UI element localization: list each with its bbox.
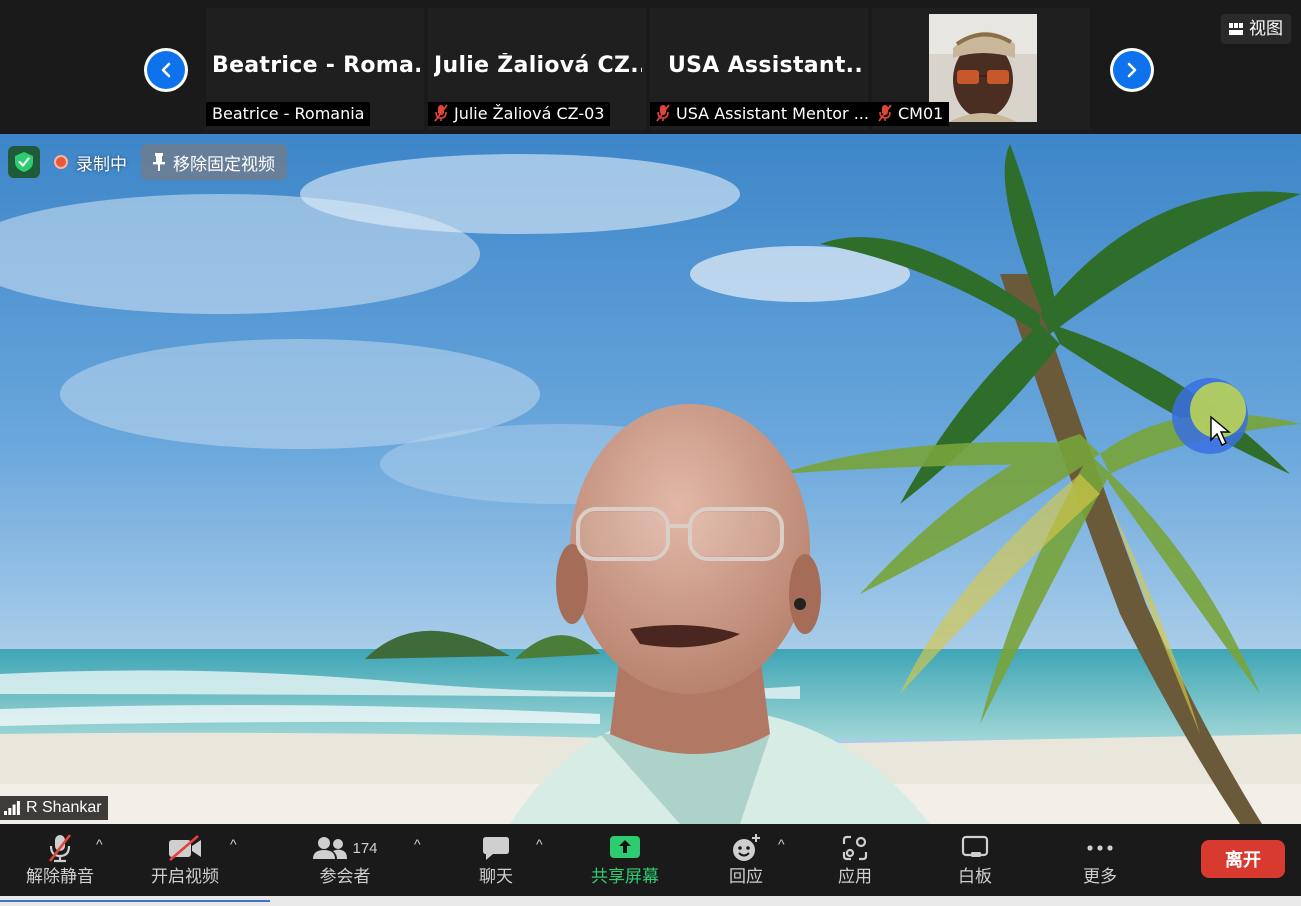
- mic-muted-icon: [656, 104, 670, 122]
- mic-muted-icon: [878, 104, 892, 122]
- speaker-name-tag: R Shankar: [0, 796, 108, 820]
- participant-name-label: Julie Žaliová CZ-03: [428, 102, 611, 126]
- more-button[interactable]: 更多: [1050, 830, 1150, 892]
- unmute-button[interactable]: 解除静音: [10, 830, 110, 892]
- participant-display-name: Beatrice - Roma...: [212, 53, 420, 78]
- mic-muted-icon: [434, 104, 448, 122]
- pin-icon: [153, 153, 165, 171]
- apps-icon: [842, 835, 868, 861]
- reaction-smiley-icon: [733, 834, 760, 861]
- speaker-name: R Shankar: [26, 799, 102, 816]
- apps-label: 应用: [838, 867, 872, 886]
- participant-tile-julie[interactable]: Julie Žaliová CZ... Julie Žaliová CZ-03: [428, 8, 646, 130]
- chevron-left-icon: [161, 62, 171, 78]
- audio-options-chevron-icon[interactable]: ^: [96, 836, 103, 852]
- recording-dot-icon: [54, 155, 68, 169]
- video-off-icon: [169, 835, 201, 861]
- chat-label: 聊天: [479, 867, 513, 886]
- video-options-chevron-icon[interactable]: ^: [230, 836, 237, 852]
- participants-count: 174: [352, 839, 378, 857]
- share-screen-icon: [610, 836, 640, 858]
- chevron-right-icon: [1127, 62, 1137, 78]
- leave-meeting-button[interactable]: 离开: [1201, 840, 1285, 878]
- participant-tile-usa-assistant[interactable]: USA Assistant... USA Assistant Mentor ..…: [650, 8, 875, 130]
- participants-icon: [313, 837, 348, 859]
- signal-strength-icon: [4, 801, 20, 815]
- view-label: 视图: [1249, 19, 1283, 38]
- view-button[interactable]: 视图: [1221, 14, 1291, 44]
- next-page-button[interactable]: [1110, 48, 1154, 92]
- chat-options-chevron-icon[interactable]: ^: [536, 836, 543, 852]
- participant-display-name: USA Assistant...: [668, 53, 864, 78]
- chat-button[interactable]: 聊天: [446, 830, 546, 892]
- participant-name-label: USA Assistant Mentor ...: [650, 102, 875, 126]
- chat-bubble-icon: [483, 837, 509, 860]
- participant-name-label: Beatrice - Romania: [206, 102, 371, 126]
- share-screen-button[interactable]: 共享屏幕: [575, 830, 675, 892]
- apps-button[interactable]: 应用: [805, 830, 905, 892]
- start-video-button[interactable]: 开启视频: [135, 830, 235, 892]
- more-dots-icon: [1087, 845, 1113, 851]
- participants-label: 参会者: [319, 867, 371, 886]
- participants-options-chevron-icon[interactable]: ^: [414, 836, 421, 852]
- recording-indicator[interactable]: 录制中: [50, 150, 131, 175]
- meeting-status-bar: 录制中 移除固定视频: [8, 144, 287, 180]
- participants-button[interactable]: 174 参会者: [295, 830, 395, 892]
- share-screen-label: 共享屏幕: [591, 867, 659, 886]
- security-shield-icon[interactable]: [8, 146, 40, 178]
- active-speaker-video[interactable]: 录制中 移除固定视频 R Shankar: [0, 134, 1301, 824]
- whiteboard-icon: [961, 835, 989, 857]
- previous-page-button[interactable]: [144, 48, 188, 92]
- participant-strip: Beatrice - Roma... Beatrice - Romania Ju…: [0, 0, 1301, 134]
- reactions-label: 回应: [729, 867, 763, 886]
- bottom-scroll-indicator: [0, 900, 270, 902]
- participant-tile-cm01[interactable]: CM01: [872, 8, 1090, 130]
- participant-display-name: Julie Žaliová CZ...: [434, 53, 642, 78]
- unpin-video-button[interactable]: 移除固定视频: [141, 144, 287, 180]
- participant-tile-beatrice[interactable]: Beatrice - Roma... Beatrice - Romania: [206, 8, 424, 130]
- unmute-label: 解除静音: [26, 867, 94, 886]
- recording-label: 录制中: [76, 154, 127, 174]
- unpin-label: 移除固定视频: [173, 154, 275, 174]
- video-frame-beach-background: [0, 134, 1301, 824]
- grid-view-icon: [1229, 23, 1243, 35]
- whiteboard-button[interactable]: 白板: [925, 830, 1025, 892]
- participant-name-label: CM01: [872, 102, 950, 126]
- more-label: 更多: [1083, 867, 1117, 886]
- mic-muted-icon: [48, 834, 72, 863]
- start-video-label: 开启视频: [151, 867, 219, 886]
- whiteboard-label: 白板: [958, 867, 992, 886]
- reactions-options-chevron-icon[interactable]: ^: [778, 836, 785, 852]
- meeting-toolbar: 解除静音 ^ 开启视频 ^ 174 参会者 ^ 聊天 ^ 共享屏幕 回应 ^ 应…: [0, 824, 1301, 896]
